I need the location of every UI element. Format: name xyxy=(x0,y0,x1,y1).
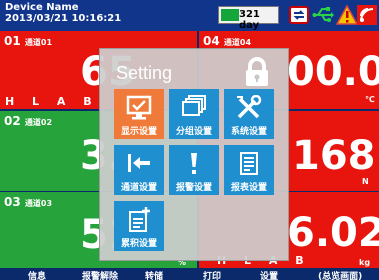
system-settings-icon xyxy=(237,95,262,119)
channel-settings-tile[interactable]: 通道设置 xyxy=(114,145,164,195)
print-button[interactable]: 打印 xyxy=(203,269,221,280)
group-settings-tile[interactable]: 分组设置 xyxy=(169,89,219,139)
setting-dialog: Setting 显示设置 分组设置 系统设置 通道设置 报警设置 报表设置 累积… xyxy=(99,48,289,261)
channel-unit: kg xyxy=(359,258,371,267)
usb-icon xyxy=(312,7,334,22)
channel-value: 00.0 xyxy=(287,49,379,95)
sd-card-icon xyxy=(289,6,309,24)
display-settings-icon xyxy=(126,95,152,120)
accumulate-settings-icon xyxy=(129,207,150,232)
system-settings-tile[interactable]: 系统设置 xyxy=(224,89,274,139)
dump-button[interactable]: 转储 xyxy=(145,269,163,280)
tile-label: 系统设置 xyxy=(230,127,267,137)
channel-settings-icon xyxy=(128,154,150,172)
tile-label: 显示设置 xyxy=(120,127,157,137)
network-icon xyxy=(357,5,377,25)
channel-name: 通道01 xyxy=(24,38,53,47)
channel-name: 通道02 xyxy=(24,118,53,127)
datetime: 2013/03/21 10:16:21 xyxy=(5,13,122,24)
device-name: Device Name xyxy=(5,2,79,13)
channel-unit: N xyxy=(362,177,369,186)
channel-number: 01 xyxy=(4,34,21,48)
tile-label: 累积设置 xyxy=(120,239,157,249)
tile-label: 通道设置 xyxy=(120,183,157,193)
storage-days-indicator: 321 day xyxy=(218,6,279,31)
tile-label: 报警设置 xyxy=(175,183,212,193)
channel-number: 02 xyxy=(4,114,21,128)
alarm-settings-tile[interactable]: 报警设置 xyxy=(169,145,219,195)
channel-value: 6.02 xyxy=(287,210,379,256)
dialog-title: Setting xyxy=(116,63,173,83)
info-button[interactable]: 信息 xyxy=(28,269,46,280)
channel-value: 168 xyxy=(292,133,376,179)
group-settings-icon xyxy=(182,95,206,116)
function-key-bar: 信息 报警解除 转储 打印 设置 (总览画面) xyxy=(0,268,379,280)
storage-days-label: 321 day xyxy=(239,9,260,31)
channel-name: 通道03 xyxy=(24,199,53,208)
alarm-settings-icon xyxy=(191,153,197,174)
overview-button[interactable]: (总览画面) xyxy=(318,269,362,280)
report-settings-tile[interactable]: 报表设置 xyxy=(224,145,274,195)
tile-label: 报表设置 xyxy=(230,183,267,193)
alarm-ack-button[interactable]: 报警解除 xyxy=(82,269,118,280)
status-bar: Device Name 2013/03/21 10:16:21 321 day xyxy=(0,0,379,31)
display-settings-tile[interactable]: 显示设置 xyxy=(114,89,164,139)
channel-name: 通道04 xyxy=(223,38,252,47)
accumulate-settings-tile[interactable]: 累积设置 xyxy=(114,201,164,251)
warning-icon xyxy=(336,5,358,25)
channel-unit: ℃ xyxy=(365,95,375,104)
report-settings-icon xyxy=(240,152,258,175)
lock-icon[interactable] xyxy=(241,56,273,88)
tile-label: 分组设置 xyxy=(175,127,212,137)
channel-number: 03 xyxy=(4,195,21,209)
alarm-status-labels: H L A B xyxy=(5,95,99,108)
channel-number: 04 xyxy=(203,34,220,48)
settings-button[interactable]: 设置 xyxy=(260,269,278,280)
